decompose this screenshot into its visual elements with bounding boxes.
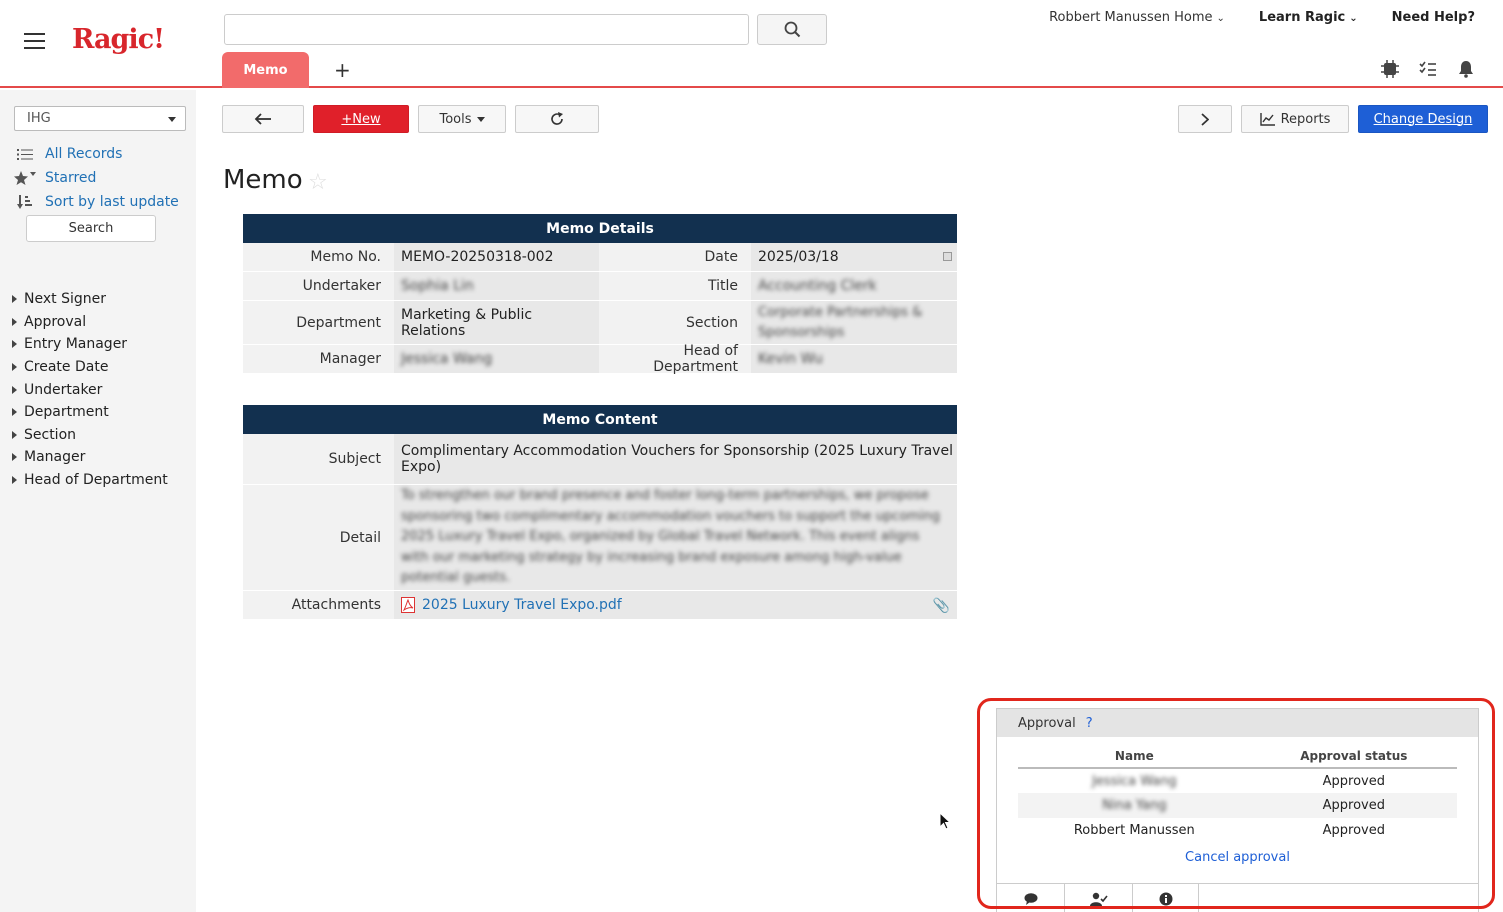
- caret-right-icon: [12, 363, 17, 372]
- search-icon: [784, 21, 800, 38]
- attachments-field[interactable]: 2025 Luxury Travel Expo.pdf 📎: [394, 591, 957, 619]
- caret-right-icon: [12, 340, 17, 349]
- field-label: Title: [599, 272, 751, 300]
- form-row: Manager Jessica Wang Head of Department …: [243, 343, 957, 375]
- back-button[interactable]: [222, 105, 304, 133]
- need-help-link[interactable]: Need Help?: [1392, 10, 1475, 25]
- section-heading: Memo Content: [243, 405, 957, 434]
- caret-right-icon: [12, 295, 17, 304]
- notification-bell-icon[interactable]: [1457, 60, 1475, 78]
- field-label: Manager: [243, 345, 394, 373]
- group-department[interactable]: Department: [12, 401, 168, 424]
- arrow-left-icon: [254, 113, 271, 125]
- department-field[interactable]: Marketing & Public Relations: [394, 301, 599, 344]
- calendar-icon[interactable]: [943, 252, 952, 261]
- ragic-logo[interactable]: Ragic!: [72, 24, 165, 55]
- group-section[interactable]: Section: [12, 424, 168, 447]
- undertaker-field[interactable]: Sophia Lin: [394, 272, 599, 300]
- sidebar-item-starred[interactable]: Starred: [14, 166, 179, 190]
- group-manager[interactable]: Manager: [12, 446, 168, 469]
- top-header: Ragic! Robbert Manussen Home ⌄ Learn Ragi…: [0, 0, 1503, 88]
- next-record-button[interactable]: [1178, 105, 1232, 133]
- change-design-button[interactable]: Change Design: [1358, 105, 1488, 133]
- paperclip-icon[interactable]: 📎: [933, 598, 950, 614]
- sidebar: IHG All Records Starred Sort by last upd…: [0, 90, 196, 912]
- form-row: Undertaker Sophia Lin Title Accounting C…: [243, 272, 957, 301]
- section-heading: Memo Details: [243, 214, 957, 243]
- caret-right-icon: [12, 476, 17, 485]
- group-approval[interactable]: Approval: [12, 311, 168, 334]
- task-list-icon[interactable]: [1419, 60, 1437, 78]
- form-row: Department Marketing & Public Relations …: [243, 301, 957, 345]
- manager-field[interactable]: Jessica Wang: [394, 345, 599, 373]
- form-row: Detail To strengthen our brand presence …: [243, 485, 957, 591]
- section-field[interactable]: Corporate Partnerships & Sponsorships: [751, 301, 957, 344]
- field-label: Undertaker: [243, 272, 394, 300]
- field-label: Detail: [243, 485, 394, 590]
- global-search-input[interactable]: [224, 14, 749, 45]
- hamburger-menu-icon[interactable]: [24, 33, 45, 49]
- star-icon: [14, 170, 36, 186]
- caret-right-icon: [12, 408, 17, 417]
- refresh-button[interactable]: [515, 105, 599, 133]
- sidebar-item-all-records[interactable]: All Records: [14, 142, 179, 166]
- view-selector[interactable]: IHG: [14, 106, 186, 131]
- page-title: Memo: [223, 165, 303, 195]
- pdf-file-icon: [401, 597, 415, 613]
- group-head-of-department[interactable]: Head of Department: [12, 469, 168, 492]
- group-create-date[interactable]: Create Date: [12, 356, 168, 379]
- memo-no-field[interactable]: MEMO-20250318-002: [394, 243, 599, 271]
- highlight-outline: [977, 698, 1495, 909]
- caret-down-icon: [168, 117, 176, 122]
- subject-field[interactable]: Complimentary Accommodation Vouchers for…: [394, 434, 957, 484]
- field-label: Department: [243, 301, 394, 344]
- tab-memo[interactable]: Memo: [222, 52, 309, 88]
- caret-right-icon: [12, 385, 17, 394]
- refresh-icon: [551, 112, 563, 125]
- detail-field[interactable]: To strengthen our brand presence and fos…: [394, 485, 957, 590]
- memo-details-section: Memo Details Memo No. MEMO-20250318-002 …: [243, 214, 957, 375]
- sidebar-search-button[interactable]: Search: [26, 215, 156, 242]
- field-label: Head of Department: [599, 343, 751, 375]
- caret-right-icon: [12, 453, 17, 462]
- attachment-link[interactable]: 2025 Luxury Travel Expo.pdf: [401, 597, 622, 613]
- ai-chip-icon[interactable]: [1381, 60, 1399, 78]
- field-label: Memo No.: [243, 243, 394, 271]
- caret-right-icon: [12, 317, 17, 326]
- head-of-department-field[interactable]: Kevin Wu: [751, 345, 957, 373]
- date-field[interactable]: 2025/03/18: [751, 243, 957, 271]
- form-row: Subject Complimentary Accommodation Vouc…: [243, 434, 957, 485]
- field-label: Attachments: [243, 591, 394, 619]
- group-undertaker[interactable]: Undertaker: [12, 378, 168, 401]
- mouse-cursor-icon: [939, 812, 951, 830]
- form-row: Attachments 2025 Luxury Travel Expo.pdf …: [243, 591, 957, 620]
- chevron-right-icon: [1201, 112, 1209, 126]
- group-entry-manager[interactable]: Entry Manager: [12, 333, 168, 356]
- field-label: Date: [599, 243, 751, 271]
- list-icon: [14, 148, 36, 161]
- form-row: Memo No. MEMO-20250318-002 Date 2025/03/…: [243, 243, 957, 272]
- new-record-button[interactable]: +New: [313, 105, 409, 133]
- field-label: Subject: [243, 434, 394, 484]
- chevron-down-icon: ⌄: [1349, 13, 1358, 24]
- caret-right-icon: [12, 430, 17, 439]
- caret-down-icon: [476, 116, 485, 122]
- chevron-down-icon: ⌄: [1216, 13, 1225, 24]
- memo-content-section: Memo Content Subject Complimentary Accom…: [243, 405, 957, 620]
- tools-dropdown-button[interactable]: Tools: [418, 105, 506, 133]
- sort-icon: [14, 195, 36, 209]
- field-label: Section: [599, 301, 751, 344]
- home-menu[interactable]: Robbert Manussen Home ⌄: [1049, 10, 1225, 25]
- chart-icon: [1259, 112, 1275, 126]
- sidebar-item-sort-last-update[interactable]: Sort by last update: [14, 190, 179, 214]
- learn-ragic-menu[interactable]: Learn Ragic ⌄: [1259, 10, 1358, 25]
- search-button[interactable]: [757, 14, 827, 45]
- favorite-star-icon[interactable]: ☆: [308, 170, 328, 195]
- title-field[interactable]: Accounting Clerk: [751, 272, 957, 300]
- add-tab-button[interactable]: +: [334, 58, 351, 82]
- group-next-signer[interactable]: Next Signer: [12, 288, 168, 311]
- reports-button[interactable]: Reports: [1241, 105, 1349, 133]
